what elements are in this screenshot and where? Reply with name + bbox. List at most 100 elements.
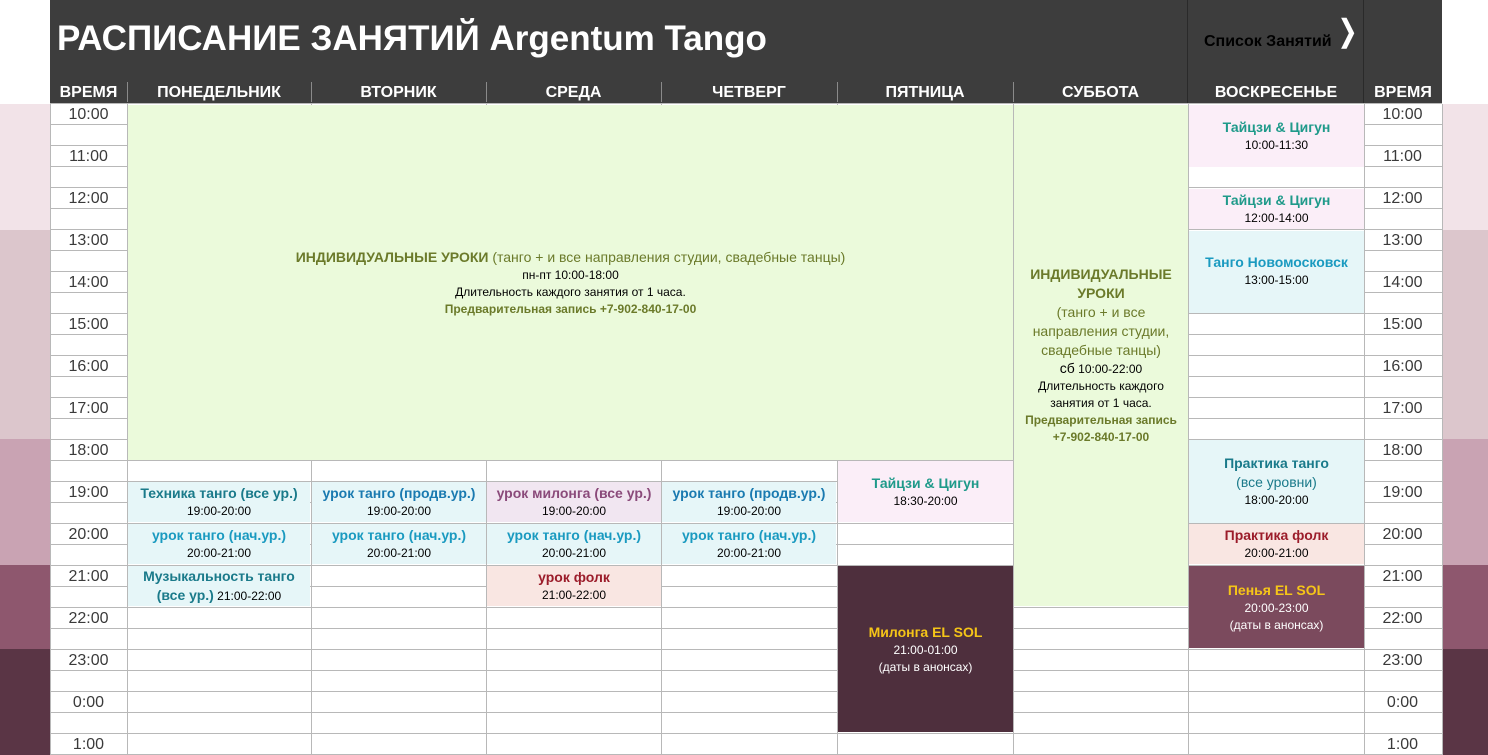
wednesday-milonga-lesson[interactable]: урок милонга (все ур.) 19:00-20:00 xyxy=(487,482,661,522)
wednesday-folk-lesson[interactable]: урок фолк 21:00-22:00 xyxy=(487,566,661,606)
class-subtitle: (все ур.) xyxy=(156,587,214,603)
column-divider xyxy=(1013,82,1014,102)
time-label: 11:00 xyxy=(1383,148,1422,165)
time-label: 22:00 xyxy=(68,610,109,627)
class-title: урок танго (нач.ур.) xyxy=(681,527,817,543)
individual-booking: Предварительная запись +7-902-840-17-00 xyxy=(444,302,697,316)
individual-subtitle: (танго + и все направления студии, сваде… xyxy=(488,249,846,265)
class-time: 19:00-20:00 xyxy=(366,504,432,518)
column-divider xyxy=(661,82,662,102)
grid-row-line xyxy=(50,670,1442,671)
sunday-folk-practice[interactable]: Практика фолк 20:00-21:00 xyxy=(1189,524,1364,564)
time-label: 13:00 xyxy=(68,232,109,249)
class-time: 20:00-21:00 xyxy=(366,546,432,560)
sat-individual-title: ИНДИВИДУАЛЬНЫЕ УРОКИ xyxy=(1030,266,1172,301)
class-title: Практика танго xyxy=(1224,455,1329,471)
class-title: урок танго (продв.ур.) xyxy=(672,485,826,501)
time-label: 12:00 xyxy=(68,190,109,207)
individual-title: ИНДИВИДУАЛЬНЫЕ УРОКИ xyxy=(295,249,489,265)
friday-milonga-el-sol[interactable]: Милонга EL SOL 21:00-01:00 (даты в анонс… xyxy=(838,566,1013,732)
time-label: 14:00 xyxy=(1382,274,1423,291)
sat-individual-duration: Длительность каждого занятия от 1 часа. xyxy=(1038,379,1164,410)
sat-individual-day: сб xyxy=(1059,360,1075,376)
column-divider xyxy=(127,82,128,102)
monday-tango-beginner[interactable]: урок танго (нач.ур.) 20:00-21:00 xyxy=(128,524,310,564)
column-header-thursday: ЧЕТВЕРГ xyxy=(712,84,786,101)
class-title: Тайцзи & Цигун xyxy=(871,474,980,491)
class-time: 18:00-20:00 xyxy=(1244,493,1309,507)
class-subtitle: (все уровни) xyxy=(1236,474,1317,490)
tuesday-tango-beginner[interactable]: урок танго (нач.ур.) 20:00-21:00 xyxy=(312,524,486,564)
column-divider xyxy=(837,82,838,102)
time-label: 16:00 xyxy=(68,358,109,375)
column-header-monday: ПОНЕДЕЛЬНИК xyxy=(157,84,281,101)
class-time: 21:00-01:00 xyxy=(893,642,958,657)
class-time: 21:00-22:00 xyxy=(213,589,282,603)
time-label: 10:00 xyxy=(1382,106,1423,123)
column-header-time-right: ВРЕМЯ xyxy=(1374,84,1432,101)
class-note: (даты в анонсах) xyxy=(878,659,973,674)
class-title: урок танго (нач.ур.) xyxy=(506,527,642,543)
class-time: 20:00-21:00 xyxy=(186,546,252,560)
monday-tango-musicality[interactable]: Музыкальность танго (все ур.) 21:00-22:0… xyxy=(128,566,310,606)
class-title: Пенья EL SOL xyxy=(1227,581,1326,598)
individual-lessons-weekday[interactable]: ИНДИВИДУАЛЬНЫЕ УРОКИ (танго + и все напр… xyxy=(128,105,1013,460)
time-label: 11:00 xyxy=(69,148,108,165)
individual-hours: пн-пт 10:00-18:00 xyxy=(522,268,619,282)
class-time: 20:00-21:00 xyxy=(716,546,782,560)
class-time: 19:00-20:00 xyxy=(716,504,782,518)
class-time: 20:00-23:00 xyxy=(1244,600,1309,615)
individual-title-line: ИНДИВИДУАЛЬНЫЕ УРОКИ (танго + и все напр… xyxy=(296,247,846,267)
class-title: урок танго (нач.ур.) xyxy=(151,527,287,543)
individual-lessons-saturday[interactable]: ИНДИВИДУАЛЬНЫЕ УРОКИ (танго + и все напр… xyxy=(1014,105,1188,606)
time-label: 0:00 xyxy=(1386,694,1419,711)
column-header-saturday: СУББОТА xyxy=(1061,84,1140,101)
thursday-tango-beginner[interactable]: урок танго (нач.ур.) 20:00-21:00 xyxy=(662,524,836,564)
wednesday-tango-beginner[interactable]: урок танго (нач.ур.) 20:00-21:00 xyxy=(487,524,661,564)
column-divider xyxy=(486,82,487,102)
class-time: 19:00-20:00 xyxy=(186,504,252,518)
column-header-time: ВРЕМЯ xyxy=(59,84,118,101)
time-label: 19:00 xyxy=(1382,484,1423,501)
sunday-pena-el-sol[interactable]: Пенья EL SOL 20:00-23:00 (даты в анонсах… xyxy=(1189,566,1364,648)
page-title: РАСПИСАНИЕ ЗАНЯТИЙ Argentum Tango xyxy=(57,19,767,58)
sunday-tango-novomoskovsk[interactable]: Танго Новомосковск 13:00-15:00 xyxy=(1189,231,1364,313)
time-label: 15:00 xyxy=(1382,316,1423,333)
time-label: 20:00 xyxy=(1382,526,1423,543)
individual-duration: Длительность каждого занятия от 1 часа. xyxy=(455,285,686,299)
class-time: 13:00-15:00 xyxy=(1244,273,1309,287)
column-header-wednesday: СРЕДА xyxy=(545,84,602,101)
class-title: Музыкальность танго xyxy=(143,568,295,584)
grid-row-line xyxy=(50,712,1442,713)
class-title: урок танго (продв.ур.) xyxy=(322,485,476,501)
sunday-taichi-morning[interactable]: Тайцзи & Цигун 10:00-11:30 xyxy=(1189,105,1364,167)
grid-row-line xyxy=(50,691,1442,692)
class-note: (даты в анонсах) xyxy=(1229,617,1324,632)
column-header-friday: ПЯТНИЦА xyxy=(885,84,965,101)
tuesday-tango-advanced[interactable]: урок танго (продв.ур.) 19:00-20:00 xyxy=(312,482,486,522)
class-title: Тайцзи & Цигун xyxy=(1222,119,1331,135)
time-label: 18:00 xyxy=(1382,442,1423,459)
sunday-tango-practice[interactable]: Практика танго (все уровни) 18:00-20:00 xyxy=(1189,440,1364,523)
time-label: 16:00 xyxy=(1382,358,1423,375)
time-label: 12:00 xyxy=(1382,190,1423,207)
class-list-link[interactable]: Список Занятий xyxy=(1204,33,1340,51)
thursday-tango-advanced[interactable]: урок танго (продв.ур.) 19:00-20:00 xyxy=(662,482,836,522)
sunday-taichi-noon[interactable]: Тайцзи & Цигун 12:00-14:00 xyxy=(1189,189,1364,229)
time-label: 1:00 xyxy=(72,736,105,753)
class-title: Техника танго (все ур.) xyxy=(140,485,298,501)
class-time-line: (все ур.) 21:00-22:00 xyxy=(157,586,281,605)
class-title: Тайцзи & Цигун xyxy=(1222,192,1331,208)
monday-tango-technique[interactable]: Техника танго (все ур.) 19:00-20:00 xyxy=(128,482,310,522)
class-title: Танго Новомосковск xyxy=(1205,254,1348,270)
time-label: 23:00 xyxy=(68,652,109,669)
friday-taichi[interactable]: Тайцзи & Цигун 18:30-20:00 xyxy=(838,461,1013,522)
class-title: Милонга EL SOL xyxy=(868,623,983,640)
class-time: 12:00-14:00 xyxy=(1244,211,1309,225)
class-title: урок танго (нач.ур.) xyxy=(331,527,467,543)
chevron-right-icon[interactable]: ❭ xyxy=(1335,14,1360,49)
time-label: 1:00 xyxy=(1386,736,1419,753)
sat-individual-hours: 10:00-22:00 xyxy=(1074,362,1143,376)
time-label: 21:00 xyxy=(1382,568,1423,585)
class-time: 21:00-22:00 xyxy=(541,588,607,602)
